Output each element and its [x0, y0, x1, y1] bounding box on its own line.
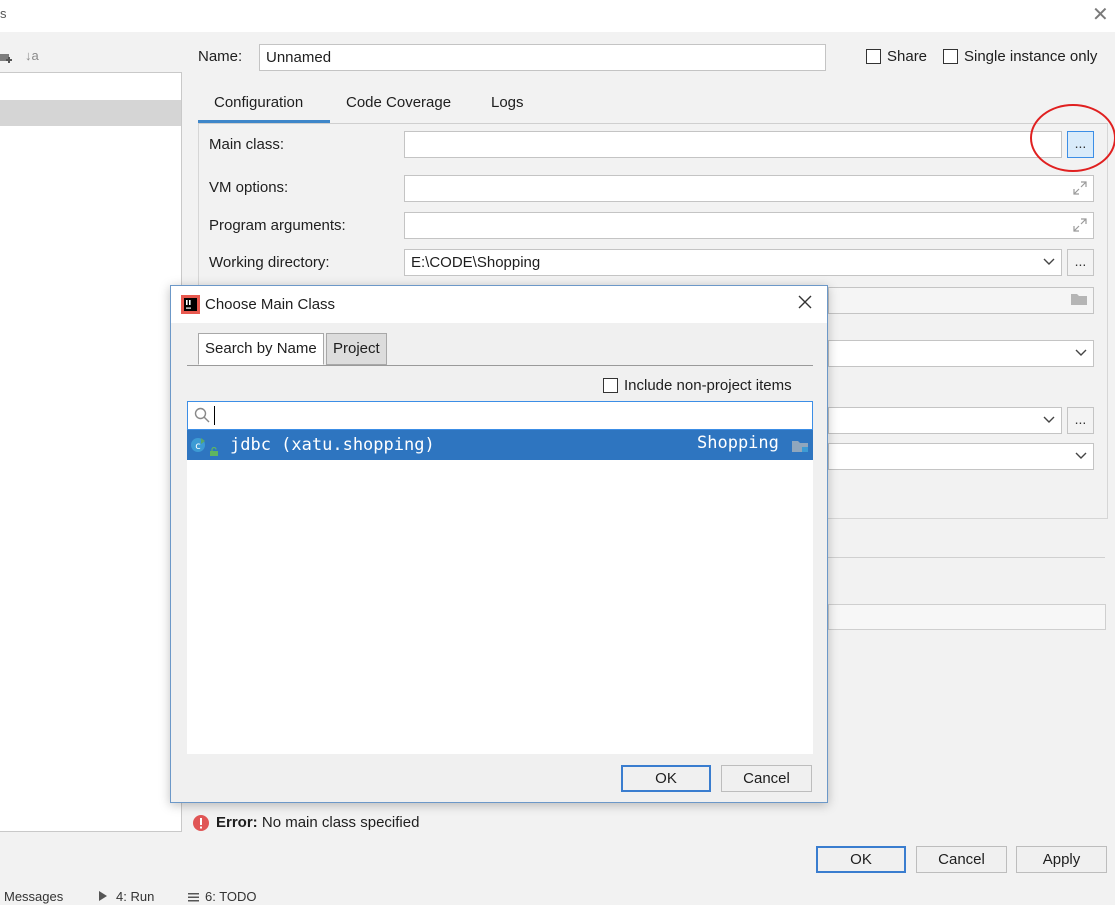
- vm-options-input[interactable]: [404, 175, 1094, 202]
- working-dir-label: Working directory:: [209, 254, 330, 271]
- selected-tree-item[interactable]: [0, 100, 181, 126]
- dialog-tabs-divider: [187, 365, 813, 366]
- single-instance-checkbox[interactable]: [943, 49, 958, 64]
- tab-project[interactable]: Project: [326, 333, 387, 365]
- active-tab-indicator: [198, 120, 330, 123]
- status-bar: Messages 4: Run 6: TODO: [0, 884, 1115, 905]
- choose-main-class-dialog: Choose Main Class Search by Name Project…: [170, 285, 828, 803]
- apply-button[interactable]: Apply: [1016, 846, 1107, 873]
- class-result-list[interactable]: c jdbc (xatu.shopping) Shopping: [187, 430, 813, 754]
- program-args-label: Program arguments:: [209, 217, 346, 234]
- share-checkbox[interactable]: [866, 49, 881, 64]
- annotation-circle: [1030, 104, 1115, 172]
- share-label: Share: [887, 48, 928, 65]
- main-class-label: Main class:: [209, 136, 285, 153]
- intellij-logo-icon: [181, 295, 200, 318]
- tab-search-by-name[interactable]: Search by Name: [198, 333, 324, 365]
- include-non-project-checkbox[interactable]: [603, 378, 618, 393]
- tab-logs[interactable]: Logs: [491, 94, 524, 111]
- dialog-ok-button[interactable]: OK: [621, 765, 711, 792]
- module-folder-icon: [791, 438, 809, 458]
- error-label: Error:: [216, 814, 258, 831]
- environment-input[interactable]: [828, 287, 1094, 314]
- chevron-down-icon: [1043, 408, 1055, 433]
- expand-icon[interactable]: [1073, 181, 1087, 199]
- include-non-project-label: Include non-project items: [624, 377, 792, 394]
- vm-options-label: VM options:: [209, 179, 289, 196]
- result-module-name: Shopping: [697, 433, 779, 453]
- tab-code-coverage[interactable]: Code Coverage: [346, 94, 451, 111]
- package-visibility-icon: [209, 442, 219, 462]
- chevron-down-icon: [1075, 444, 1087, 469]
- config-tabs: [198, 84, 1108, 124]
- chevron-down-icon: [1075, 341, 1087, 366]
- class-search-input[interactable]: [187, 401, 813, 430]
- shorten-cmdline-combo[interactable]: [828, 443, 1094, 470]
- result-class-name: jdbc (xatu.shopping): [230, 435, 435, 455]
- divider: [828, 557, 1105, 558]
- window-close-icon[interactable]: ✕: [1092, 5, 1109, 25]
- error-icon: [193, 815, 209, 835]
- window-titlebar: [0, 0, 1115, 32]
- search-icon: [194, 407, 210, 427]
- name-input[interactable]: Unnamed: [259, 44, 826, 71]
- program-args-input[interactable]: [404, 212, 1094, 239]
- window-title: s: [0, 6, 7, 21]
- configuration-tree[interactable]: [0, 72, 182, 832]
- text-cursor: [214, 406, 215, 425]
- cancel-button[interactable]: Cancel: [916, 846, 1007, 873]
- error-message: Error: No main class specified: [216, 814, 419, 831]
- expand-icon[interactable]: [1073, 218, 1087, 236]
- name-label: Name:: [198, 48, 243, 65]
- working-dir-browse-button[interactable]: ...: [1067, 249, 1094, 276]
- working-dir-combo[interactable]: E:\CODE\Shopping: [404, 249, 1062, 276]
- ok-button[interactable]: OK: [816, 846, 906, 873]
- tab-configuration[interactable]: Configuration: [214, 94, 303, 111]
- add-folder-icon[interactable]: [0, 50, 12, 67]
- folder-icon[interactable]: [1070, 292, 1088, 310]
- working-dir-value: E:\CODE\Shopping: [411, 254, 541, 271]
- list-item[interactable]: c jdbc (xatu.shopping) Shopping: [187, 430, 813, 460]
- left-toolbar: ↓a: [0, 46, 60, 70]
- before-launch-list[interactable]: [828, 604, 1106, 630]
- todo-icon: [188, 890, 199, 905]
- dialog-cancel-button[interactable]: Cancel: [721, 765, 812, 792]
- single-instance-label: Single instance only: [964, 48, 1098, 65]
- error-text: No main class specified: [261, 814, 420, 831]
- svg-text:c: c: [195, 441, 201, 452]
- dialog-title: Choose Main Class: [205, 296, 336, 313]
- sort-alphabetically-icon[interactable]: ↓a: [25, 48, 39, 63]
- class-icon: c: [190, 437, 206, 458]
- dialog-close-icon[interactable]: [798, 295, 812, 313]
- chevron-down-icon: [1043, 250, 1055, 275]
- jre-combo[interactable]: [828, 407, 1062, 434]
- jre-browse-button[interactable]: ...: [1067, 407, 1094, 434]
- main-class-input[interactable]: [404, 131, 1062, 158]
- classpath-combo[interactable]: [828, 340, 1094, 367]
